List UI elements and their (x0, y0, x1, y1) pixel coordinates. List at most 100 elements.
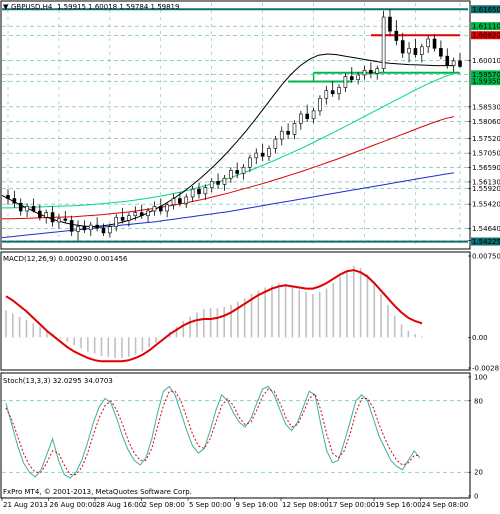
candle-body (369, 69, 373, 74)
price-tick-label: 1.57050 (472, 150, 500, 158)
chart-arrow-icon: ▼ (3, 3, 9, 11)
candle-body (133, 212, 138, 217)
price-tick-label: 1.60820 (472, 32, 500, 40)
copyright: FxPro MT4, © 2001-2013, MetaQuotes Softw… (3, 488, 192, 496)
candle-body (114, 216, 119, 227)
candle-body (330, 90, 335, 95)
stoch-tick-label: 0 (474, 493, 478, 501)
candle-body (171, 198, 176, 206)
candle-body (158, 206, 163, 212)
candle-body (400, 40, 405, 54)
macd-tick-label: -0.002817 (472, 364, 500, 372)
candle-body (76, 226, 80, 232)
candle-body (420, 46, 424, 55)
candle-body (305, 113, 310, 120)
candle-body (209, 181, 214, 188)
time-tick-label: 17 Sep 00:00 (329, 501, 376, 509)
macd-tick-label: 0.007501 (472, 253, 500, 261)
time-tick-label: 26 Aug 00:00 (50, 501, 97, 509)
candle-body (203, 187, 208, 195)
candle-body (120, 216, 125, 221)
candle-body (222, 177, 227, 185)
candle-body (31, 206, 36, 212)
candle-body (101, 227, 106, 234)
price-tick-label: 1.54225 (472, 238, 500, 246)
price-tick-label: 1.56590 (472, 164, 500, 172)
candle-body (413, 48, 418, 55)
candle-body (241, 166, 246, 174)
chart-title: GBPUSD,H4 (11, 3, 53, 11)
candle-body (299, 113, 303, 124)
stoch-label: Stoch(13,3,3) 32.0295 34.0703 (3, 377, 113, 385)
price-tick-label: 1.54640 (472, 225, 500, 233)
candle-body (190, 188, 195, 198)
candle-body (18, 202, 23, 212)
price-tick-label: 1.58060 (472, 118, 500, 126)
candle-body (197, 188, 201, 195)
chart-canvas[interactable]: 1.616501.611101.608201.600101.595701.593… (0, 0, 500, 510)
ohlc-readout: 1.59915 1.60018 1.59784 1.59819 (57, 3, 179, 11)
candle-body (260, 152, 265, 157)
candle-body (146, 210, 150, 217)
candle-body (108, 226, 112, 234)
candle-body (235, 170, 239, 174)
candle-body (50, 212, 55, 223)
candle-body (63, 218, 68, 221)
candle-body (95, 224, 99, 229)
candle-body (375, 68, 380, 74)
candle-body (439, 48, 443, 57)
macd-tick-label: 0.00 (472, 334, 488, 342)
candle-body (445, 55, 450, 66)
candle-body (432, 38, 437, 49)
candle-body (286, 130, 290, 135)
time-tick-label: 24 Sep 08:00 (422, 501, 469, 509)
price-tick-label: 1.59350 (472, 78, 500, 86)
time-tick-label: 21 Aug 2013 (3, 501, 48, 509)
candle-body (394, 30, 399, 41)
candle-body (273, 138, 278, 149)
time-tick-label: 2 Sep 08:00 (143, 501, 185, 509)
candle-body (292, 123, 297, 135)
candle-body (6, 195, 10, 199)
candle-body (267, 148, 271, 157)
candle-body (184, 196, 189, 204)
candle-body (12, 198, 17, 204)
candle-body (88, 224, 93, 231)
candle-body (451, 60, 456, 66)
candle-body (69, 220, 74, 232)
candle-body (229, 170, 233, 179)
stoch-tick-label: 80 (474, 397, 483, 405)
candle-body (139, 212, 144, 217)
time-tick-label: 19 Sep 16:00 (375, 501, 422, 509)
stoch-tick-label: 20 (474, 469, 483, 477)
candle-body (381, 16, 386, 69)
candle-body (248, 157, 252, 168)
candle-body (426, 38, 430, 48)
candle-body (25, 206, 29, 212)
price-tick-label: 1.55920 (472, 185, 500, 193)
candle-body (178, 198, 182, 204)
candle-body (362, 69, 367, 76)
candle-body (165, 204, 169, 212)
time-tick-label: 9 Sep 16:00 (236, 501, 278, 509)
candle-body (152, 206, 157, 212)
candle-body (44, 212, 48, 218)
time-tick-label: 5 Sep 00:00 (189, 501, 231, 509)
mt4-chart-window[interactable]: 1.61650 1.61110 1.60820 1.60010 1.59570 1.593… (0, 0, 500, 510)
candle-body (324, 90, 329, 99)
stoch-tick-label: 100 (474, 374, 487, 382)
candle-body (356, 74, 360, 80)
candle-body (318, 98, 322, 112)
price-tick-label: 1.57520 (472, 135, 500, 143)
candle-body (216, 181, 220, 185)
candle-body (343, 76, 348, 88)
candle-body (254, 152, 259, 159)
macd-label: MACD(12,26,9) 0.000290 0.001456 (3, 255, 128, 263)
price-tick-label: 1.58530 (472, 103, 500, 111)
candle-body (82, 226, 87, 231)
candle-body (337, 87, 341, 95)
candle-body (458, 60, 462, 67)
candle-body (38, 210, 42, 218)
candle-body (57, 218, 61, 223)
time-tick-label: 28 Aug 16:00 (96, 501, 143, 509)
